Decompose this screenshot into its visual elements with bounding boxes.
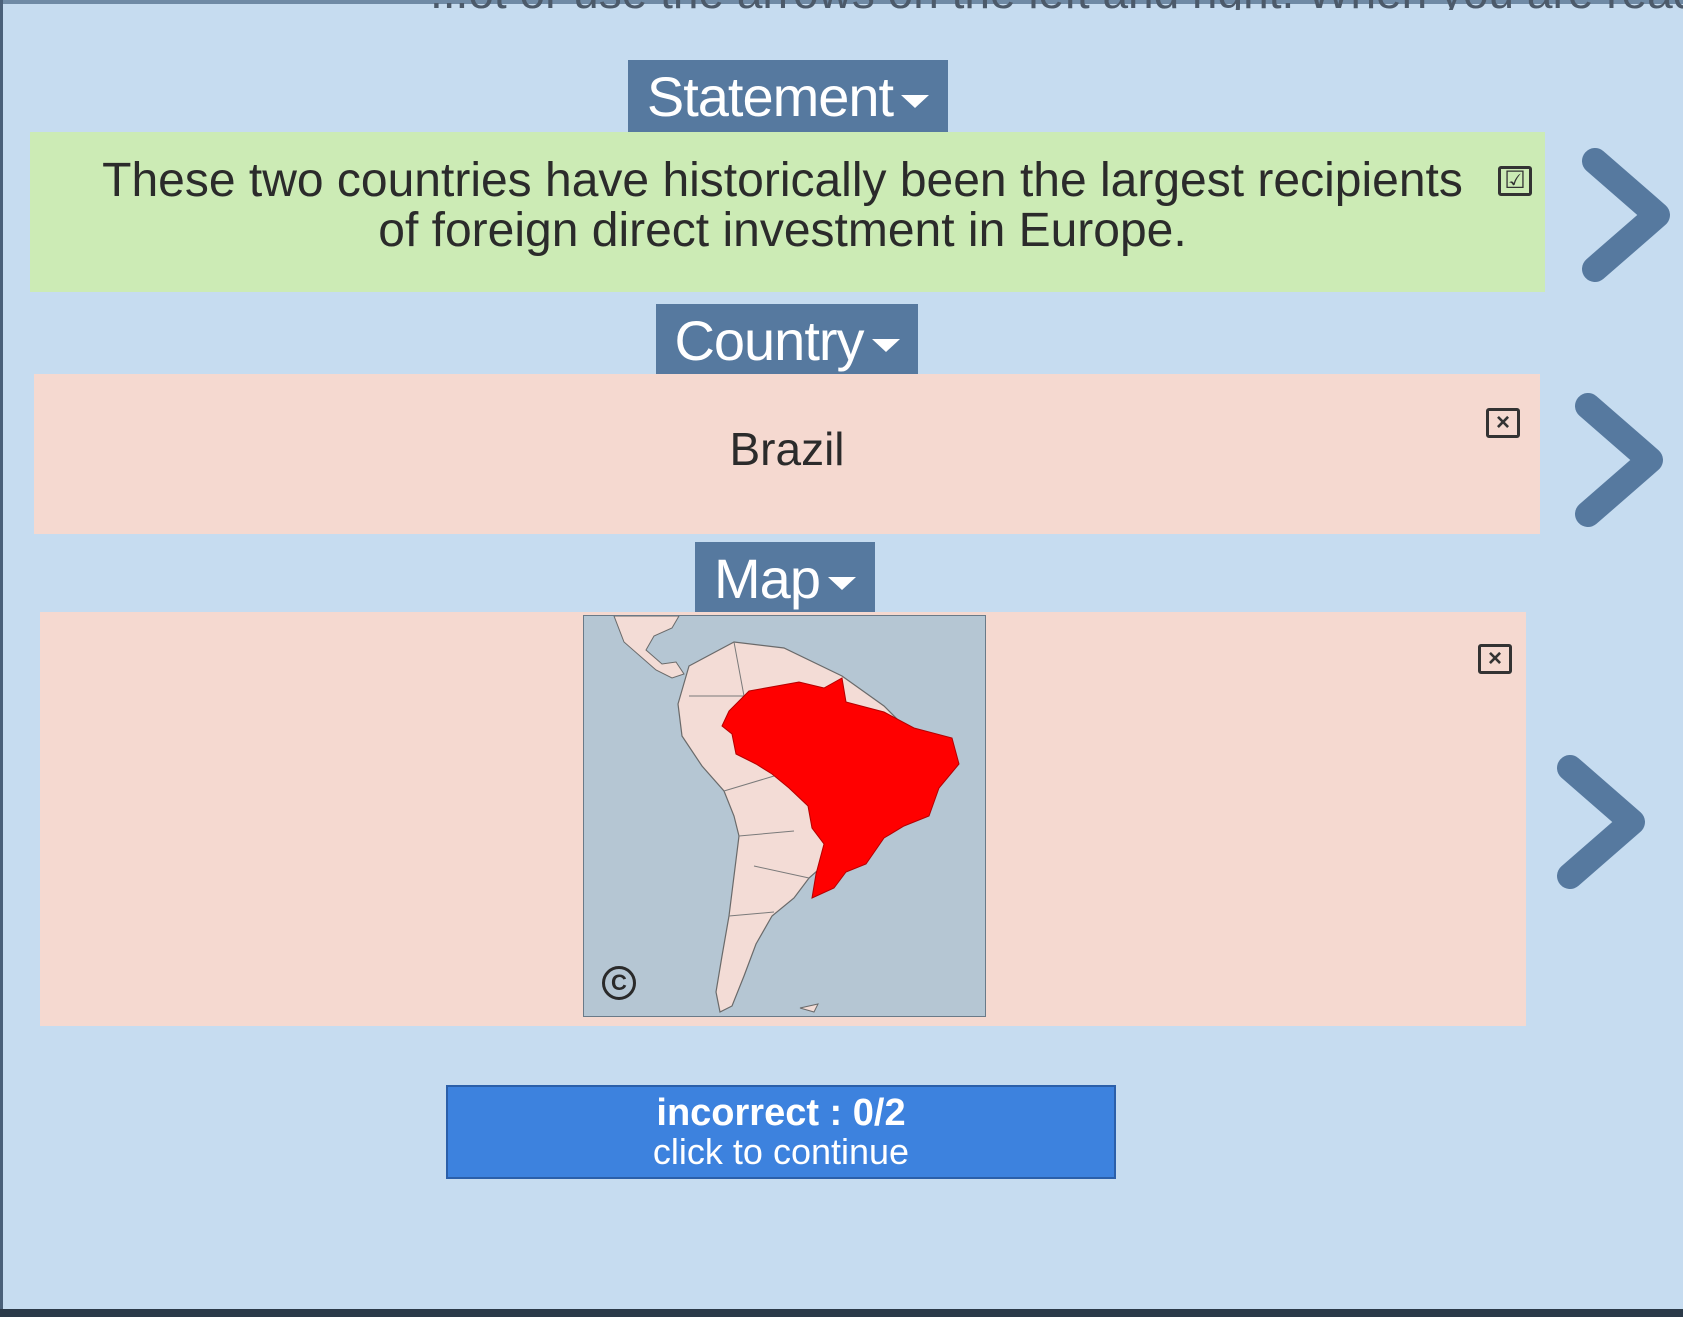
- caret-down-icon: [901, 94, 930, 108]
- tab-statement[interactable]: Statement: [628, 60, 948, 132]
- left-edge: [0, 0, 3, 1317]
- copyright-icon: C: [602, 966, 636, 1000]
- chevron-right-icon[interactable]: [1550, 752, 1650, 892]
- south-america-map: C: [583, 615, 986, 1017]
- score-text: incorrect : 0/2: [656, 1092, 906, 1134]
- statement-text: These two countries have historically be…: [102, 154, 1463, 257]
- tab-country[interactable]: Country: [656, 304, 918, 376]
- statement-card: These two countries have historically be…: [30, 132, 1545, 292]
- checkbox-checked-icon: ☑: [1498, 166, 1532, 196]
- instruction-text: ...ot or use the arrows on the left and …: [430, 0, 1683, 10]
- caret-down-icon: [871, 338, 900, 352]
- tab-country-label: Country: [674, 308, 864, 372]
- tab-statement-label: Statement: [646, 64, 894, 128]
- tab-map-label: Map: [714, 546, 821, 610]
- country-answer: Brazil: [729, 423, 845, 475]
- continue-text: click to continue: [652, 1131, 910, 1172]
- quiz-screen: ...ot or use the arrows on the left and …: [0, 0, 1683, 1317]
- bottom-edge: [0, 1309, 1683, 1317]
- central-america-landmass: [613, 616, 685, 679]
- country-card: Brazil ×: [34, 374, 1540, 534]
- island: [799, 1003, 819, 1013]
- checkbox-x-icon: ×: [1478, 644, 1512, 674]
- checkbox-x-icon: ×: [1486, 408, 1520, 438]
- continue-button[interactable]: incorrect : 0/2 click to continue: [446, 1085, 1116, 1179]
- chevron-right-icon[interactable]: [1575, 145, 1675, 285]
- tab-map[interactable]: Map: [695, 542, 875, 614]
- chevron-right-icon[interactable]: [1568, 390, 1668, 530]
- caret-down-icon: [827, 576, 856, 590]
